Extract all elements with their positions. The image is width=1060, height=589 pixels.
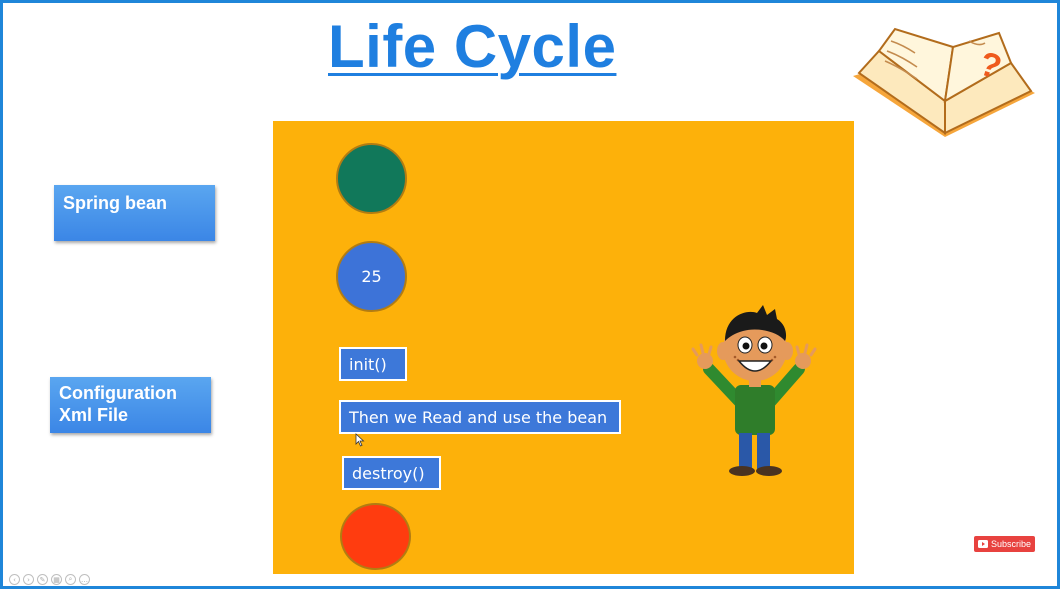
read-use-step: Then we Read and use the bean	[339, 400, 621, 434]
cartoon-boy-illustration	[691, 305, 817, 476]
spring-bean-label: Spring bean	[54, 185, 215, 241]
pen-icon[interactable]: ✎	[37, 574, 48, 585]
more-icon[interactable]: …	[79, 574, 90, 585]
slideshow-controls: ‹ › ✎ ▦ ⌕ …	[9, 574, 90, 585]
subscribe-button[interactable]: Subscribe	[974, 536, 1035, 552]
lifecycle-stage: 25 init() Then we Read and use the bean …	[273, 121, 854, 574]
grid-icon[interactable]: ▦	[51, 574, 62, 585]
subscribe-label: Subscribe	[990, 539, 1032, 549]
init-step: init()	[339, 347, 407, 381]
slide-frame: Life Cycle ? Spring bean Configuration X…	[0, 0, 1060, 589]
bean-value-circle: 25	[336, 241, 407, 312]
green-circle	[336, 143, 407, 214]
book-question-icon: ?	[853, 27, 1035, 137]
zoom-icon[interactable]: ⌕	[65, 574, 76, 585]
red-circle	[340, 503, 411, 570]
next-slide-icon[interactable]: ›	[23, 574, 34, 585]
cursor-icon	[355, 433, 365, 447]
destroy-step: destroy()	[342, 456, 441, 490]
subscribe-play-icon	[977, 540, 988, 548]
prev-slide-icon[interactable]: ‹	[9, 574, 20, 585]
slide-title: Life Cycle	[328, 13, 617, 80]
configuration-xml-label: Configuration Xml File	[50, 377, 211, 433]
